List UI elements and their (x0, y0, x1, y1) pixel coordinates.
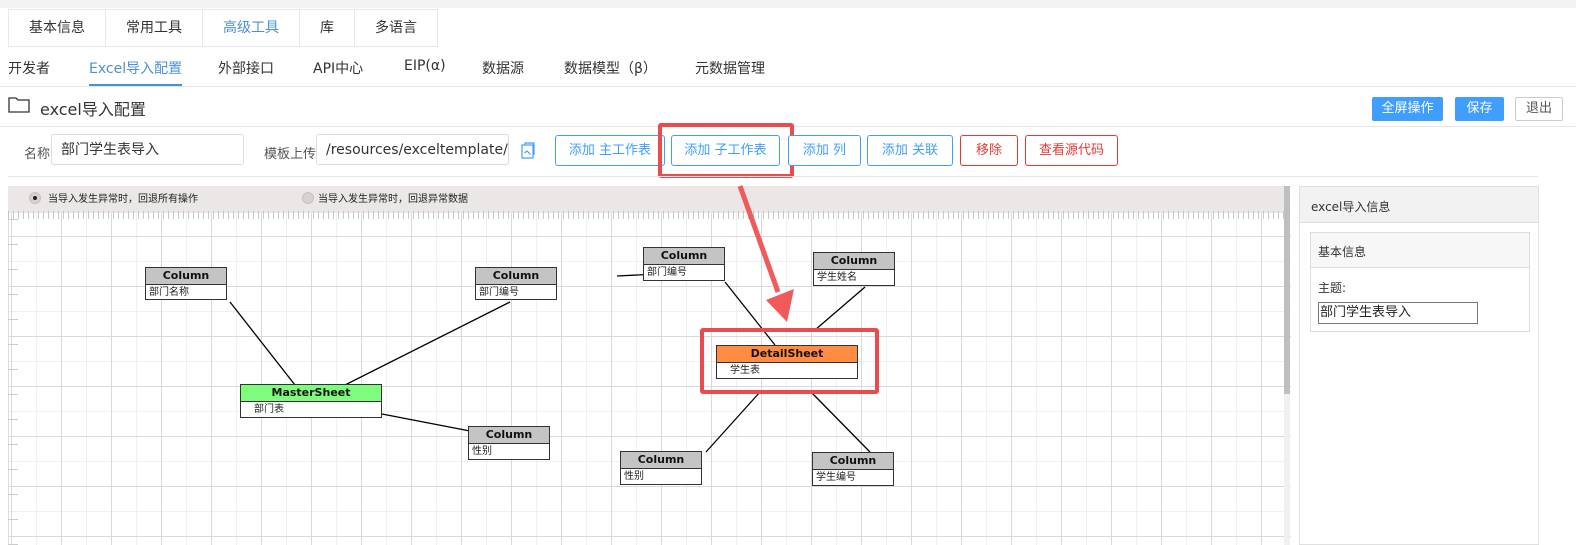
page-title: excel导入配置 (40, 100, 146, 119)
canvas-options-bar (8, 186, 1284, 213)
exit-button[interactable]: 退出 (1515, 97, 1563, 121)
node-title: Column (813, 453, 893, 470)
add-main-sheet-button[interactable]: 添加 主工作表 (555, 135, 665, 166)
radio-rollback-all[interactable] (29, 192, 41, 204)
ruler-left (8, 219, 18, 545)
node-body: 学生编号 (816, 472, 856, 483)
tab-metadata-management[interactable]: 元数据管理 (695, 58, 765, 78)
fullscreen-button[interactable]: 全屏操作 (1372, 97, 1443, 121)
tab-data-model[interactable]: 数据模型（β） (564, 58, 657, 78)
radio-rollback-all-label: 当导入发生异常时，回退所有操作 (48, 194, 198, 205)
diagram-canvas[interactable] (8, 186, 1291, 545)
save-button[interactable]: 保存 (1455, 97, 1504, 121)
node-title: Column (469, 427, 549, 444)
folder-icon (8, 97, 30, 113)
node-title: Column (146, 268, 226, 285)
top-strip (0, 0, 1576, 8)
subject-input[interactable]: 部门学生表导入 (1318, 302, 1478, 324)
subject-label: 主题: (1318, 281, 1347, 295)
name-label: 名称 (24, 147, 51, 162)
node-body: 部门名称 (149, 287, 189, 298)
tab-eip[interactable]: EIP(α) (404, 58, 446, 74)
ruler-top (8, 211, 1284, 219)
highlight-box-detail-sheet (700, 328, 879, 394)
column-node-dept-name[interactable]: Column 部门名称 (145, 267, 227, 300)
divider (8, 176, 1538, 177)
view-source-button[interactable]: 查看源代码 (1025, 135, 1118, 166)
add-relation-button[interactable]: 添加 关联 (867, 135, 953, 166)
tab-external-interface[interactable]: 外部接口 (218, 58, 274, 78)
node-title: MasterSheet (241, 385, 381, 402)
radio-rollback-error[interactable] (302, 192, 314, 204)
template-path-input[interactable]: /resources/exceltemplate/部门学生表.xlsx (316, 134, 509, 165)
node-body: 性别 (472, 446, 492, 457)
tab-library[interactable]: 库 (299, 9, 354, 47)
column-node-student-no[interactable]: Column 学生编号 (812, 452, 894, 486)
node-body: 部门表 (254, 404, 284, 415)
tab-common-tools[interactable]: 常用工具 (105, 9, 202, 47)
template-label: 模板上传 (264, 147, 317, 162)
name-input[interactable]: 部门学生表导入 (51, 134, 244, 165)
column-node-gender-detail[interactable]: Column 性别 (620, 451, 702, 485)
tab-multilanguage[interactable]: 多语言 (354, 9, 438, 47)
column-node-dept-no[interactable]: Column 部门编号 (475, 267, 557, 300)
column-node-student-name[interactable]: Column 学生姓名 (813, 252, 895, 286)
import-info-title: excel导入信息 (1311, 200, 1391, 214)
tab-api-center[interactable]: API中心 (313, 58, 363, 78)
page-header: excel导入配置 全屏操作 保存 退出 (0, 88, 1576, 127)
basic-info-title: 基本信息 (1318, 245, 1367, 259)
add-column-button[interactable]: 添加 列 (788, 135, 861, 166)
column-node-gender[interactable]: Column 性别 (468, 426, 550, 460)
node-title: Column (621, 452, 701, 469)
highlight-box-add-sub-sheet (658, 123, 794, 178)
primary-tab-bar: 基本信息 常用工具 高级工具 库 多语言 (8, 9, 438, 47)
column-node-dept-no-detail[interactable]: Column 部门编号 (643, 247, 725, 281)
tab-advanced-tools[interactable]: 高级工具 (202, 9, 299, 47)
remove-button[interactable]: 移除 (960, 135, 1018, 166)
node-title: Column (644, 248, 724, 265)
node-body: 学生姓名 (817, 272, 857, 283)
node-title: Column (476, 268, 556, 285)
master-sheet-node[interactable]: MasterSheet 部门表 (240, 384, 382, 418)
radio-rollback-error-label: 当导入发生异常时，回退异常数据 (318, 194, 468, 205)
canvas-scrollbar-thumb[interactable] (1284, 186, 1290, 394)
node-body: 部门编号 (647, 267, 687, 278)
tab-datasource[interactable]: 数据源 (482, 58, 524, 78)
tab-developer[interactable]: 开发者 (8, 58, 50, 78)
upload-file-icon[interactable] (520, 142, 536, 160)
node-body: 性别 (624, 471, 644, 482)
node-body: 部门编号 (479, 287, 519, 298)
node-title: Column (814, 253, 894, 270)
tab-excel-import-config[interactable]: Excel导入配置 (89, 58, 183, 86)
secondary-tab-bar: 开发者 Excel导入配置 外部接口 API中心 EIP(α) 数据源 数据模型… (0, 50, 1576, 87)
tab-basic-info[interactable]: 基本信息 (8, 9, 105, 47)
